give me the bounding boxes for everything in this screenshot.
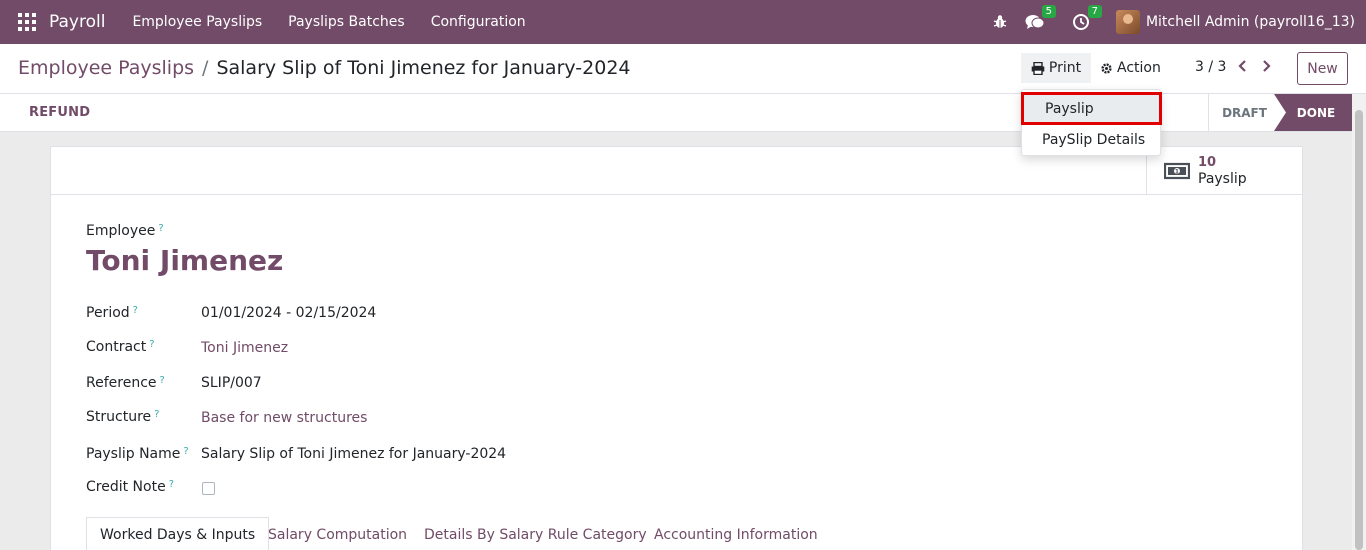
tab-salary-computation[interactable]: Salary Computation bbox=[268, 517, 407, 550]
reference-label: Reference? bbox=[86, 375, 165, 391]
activities-badge: 7 bbox=[1087, 5, 1102, 18]
action-button[interactable]: Action bbox=[1100, 53, 1161, 83]
structure-link[interactable]: Base for new structures bbox=[201, 410, 367, 426]
print-menu-item-payslip-details[interactable]: PaySlip Details bbox=[1022, 126, 1160, 154]
breadcrumb: Employee Payslips / Salary Slip of Toni … bbox=[18, 57, 631, 79]
print-dropdown-menu: Payslip PaySlip Details bbox=[1021, 89, 1162, 156]
printer-icon bbox=[1031, 61, 1045, 75]
activities-clock-icon[interactable]: 7 bbox=[1070, 5, 1102, 33]
top-navbar: Payroll Employee Payslips Payslips Batch… bbox=[0, 0, 1366, 44]
smart-button-label: Payslip bbox=[1198, 171, 1247, 187]
breadcrumb-parent-link[interactable]: Employee Payslips bbox=[18, 57, 194, 79]
payslip-name-label: Payslip Name? bbox=[86, 446, 189, 462]
credit-note-label: Credit Note? bbox=[86, 479, 175, 495]
help-icon[interactable]: ? bbox=[160, 375, 165, 386]
help-icon[interactable]: ? bbox=[158, 223, 163, 234]
menu-payslips-batches[interactable]: Payslips Batches bbox=[288, 14, 405, 30]
tab-details-by-salary-rule-category[interactable]: Details By Salary Rule Category bbox=[424, 517, 647, 550]
action-label: Action bbox=[1117, 60, 1161, 76]
gear-icon bbox=[1101, 62, 1112, 74]
structure-label: Structure? bbox=[86, 409, 160, 425]
tab-accounting-information[interactable]: Accounting Information bbox=[654, 517, 818, 550]
print-button[interactable]: Print bbox=[1021, 53, 1091, 83]
help-icon[interactable]: ? bbox=[154, 409, 159, 420]
user-menu-name[interactable]: Mitchell Admin (payroll16_13) bbox=[1146, 14, 1355, 30]
credit-note-checkbox[interactable] bbox=[202, 482, 215, 495]
breadcrumb-separator: / bbox=[202, 57, 209, 79]
help-icon[interactable]: ? bbox=[133, 305, 138, 316]
pager-previous-icon[interactable] bbox=[1235, 58, 1251, 74]
pager-next-icon[interactable] bbox=[1258, 58, 1274, 74]
user-avatar[interactable] bbox=[1115, 10, 1140, 34]
money-bill-icon: 1 bbox=[1164, 162, 1190, 180]
messages-badge: 5 bbox=[1041, 5, 1056, 18]
apps-menu-icon[interactable] bbox=[18, 13, 36, 31]
contract-link[interactable]: Toni Jimenez bbox=[201, 340, 288, 356]
employee-label: Employee? bbox=[86, 223, 164, 239]
page-scrollbar[interactable] bbox=[1352, 94, 1366, 550]
help-icon[interactable]: ? bbox=[183, 446, 188, 457]
status-draft[interactable]: DRAFT bbox=[1208, 94, 1280, 131]
app-brand[interactable]: Payroll bbox=[49, 12, 105, 32]
print-label: Print bbox=[1048, 60, 1082, 76]
tab-worked-days-inputs[interactable]: Worked Days & Inputs bbox=[86, 517, 270, 550]
help-icon[interactable]: ? bbox=[149, 339, 154, 350]
status-done[interactable]: DONE bbox=[1274, 94, 1352, 131]
contract-label: Contract? bbox=[86, 339, 155, 355]
employee-name[interactable]: Toni Jimenez bbox=[86, 244, 283, 277]
control-panel: Employee Payslips / Salary Slip of Toni … bbox=[0, 44, 1366, 94]
scrollbar-thumb[interactable] bbox=[1355, 110, 1363, 550]
period-label: Period? bbox=[86, 305, 138, 321]
menu-configuration[interactable]: Configuration bbox=[431, 14, 526, 30]
menu-employee-payslips[interactable]: Employee Payslips bbox=[132, 14, 262, 30]
payslip-smart-button[interactable]: 1 10 Payslip bbox=[1146, 147, 1303, 195]
pager-value[interactable]: 3 / 3 bbox=[1195, 59, 1226, 75]
svg-text:1: 1 bbox=[1175, 169, 1179, 176]
reference-value[interactable]: SLIP/007 bbox=[201, 375, 262, 391]
refund-button[interactable]: REFUND bbox=[29, 105, 90, 120]
smart-button-value: 10 bbox=[1198, 155, 1217, 170]
form-sheet: 1 10 Payslip Employee? Toni Jimenez Peri… bbox=[50, 146, 1303, 550]
print-menu-item-payslip[interactable]: Payslip bbox=[1021, 92, 1162, 125]
help-icon[interactable]: ? bbox=[169, 479, 174, 490]
new-button[interactable]: New bbox=[1297, 52, 1348, 85]
notebook-tabs: Worked Days & Inputs Salary Computation … bbox=[86, 517, 1269, 550]
breadcrumb-current: Salary Slip of Toni Jimenez for January-… bbox=[216, 57, 631, 79]
debug-bug-icon[interactable] bbox=[989, 11, 1011, 33]
payslip-name-value[interactable]: Salary Slip of Toni Jimenez for January-… bbox=[201, 446, 506, 462]
period-value[interactable]: 01/01/2024 - 02/15/2024 bbox=[201, 305, 376, 321]
messages-chat-icon[interactable]: 5 bbox=[1024, 5, 1056, 33]
